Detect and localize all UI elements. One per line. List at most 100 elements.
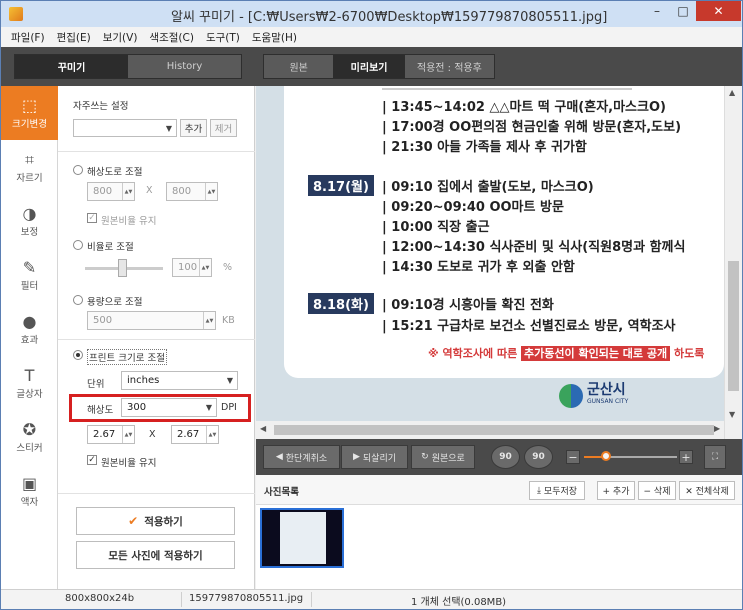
radio-by-resolution[interactable] (73, 165, 83, 175)
vertical-scroll-thumb[interactable] (728, 261, 739, 391)
menu-edit[interactable]: 편집(E) (57, 30, 91, 45)
add-photo-button[interactable]: + 추가 (597, 481, 635, 500)
by-size-label: 용량으로 조절 (87, 297, 143, 308)
schedule-line: | 14:30 도보로 귀가 후 외출 안함 (382, 260, 575, 275)
view-tabs: 원본 미리보기 적용전 : 적용후 (263, 54, 495, 79)
menu-view[interactable]: 보기(V) (103, 30, 138, 45)
tool-label: 스티커 (16, 443, 43, 454)
tool-filter[interactable]: ✎ 필터 (1, 248, 58, 302)
print-height-input[interactable]: 2.67 ▲▼ (171, 425, 219, 444)
keep-ratio-checkbox-1[interactable]: ✓ (87, 213, 97, 223)
date-badge-818: 8.18(화) (308, 293, 374, 314)
tool-frame[interactable]: ▣ 액자 (1, 464, 58, 518)
status-dimensions: 800x800x24b (65, 593, 135, 604)
rotate-right-button[interactable]: 90 (524, 445, 553, 469)
save-icon: ⤓ (536, 485, 541, 496)
spinner-icon[interactable]: ▲▼ (199, 259, 211, 276)
delete-all-button[interactable]: ✕ 전체삭제 (679, 481, 735, 500)
fit-screen-button[interactable]: ⛶ (704, 445, 726, 469)
photo-thumbnail[interactable] (260, 508, 344, 568)
unit-select[interactable]: inches ▼ (121, 371, 238, 390)
schedule-line: | 10:00 직장 출근 (382, 220, 490, 235)
print-width-value: 2.67 (93, 429, 116, 440)
zoom-slider-handle[interactable] (601, 451, 611, 461)
ratio-input[interactable]: 100 ▲▼ (172, 258, 212, 277)
spinner-icon[interactable]: ▲▼ (206, 426, 218, 443)
horizontal-scroll-thumb[interactable] (274, 425, 714, 435)
zoom-out-button[interactable]: − (566, 450, 580, 464)
schedule-line: | 12:00~14:30 식사준비 및 식사(직원8명과 함께식 (382, 240, 686, 255)
minimize-button[interactable]: – (644, 1, 670, 21)
tab-original[interactable]: 원본 (264, 55, 334, 78)
apply-all-button[interactable]: 모든 사진에 적용하기 (76, 541, 235, 569)
scroll-down-icon[interactable]: ▼ (729, 410, 735, 419)
preview-area: | 13:45~14:02 △△마트 떡 구매(혼자,마스크O) | 17:00… (256, 86, 742, 439)
tab-history[interactable]: History (128, 55, 241, 78)
vertical-scrollbar[interactable]: ▲ ▼ (724, 86, 742, 439)
menu-file[interactable]: 파일(F) (11, 30, 45, 45)
menu-color[interactable]: 색조절(C) (149, 30, 194, 45)
radio-by-ratio[interactable] (73, 240, 83, 250)
scroll-left-icon[interactable]: ◀ (260, 424, 266, 433)
favorites-select[interactable]: ▼ (73, 119, 177, 137)
menu-help[interactable]: 도움말(H) (252, 30, 297, 45)
divider (181, 592, 182, 607)
res-height-input[interactable]: 800 ▲▼ (166, 182, 218, 201)
spinner-icon[interactable]: ▲▼ (205, 183, 217, 200)
favorite-add-button[interactable]: 추가 (180, 119, 207, 137)
spinner-icon[interactable]: ▲▼ (122, 183, 134, 200)
spinner-icon[interactable]: ▲▼ (203, 312, 215, 329)
tool-label: 필터 (20, 281, 39, 292)
ratio-slider-handle[interactable] (118, 259, 127, 277)
crop-icon: ⌗ (24, 150, 34, 169)
photo-list-header: 사진목록 ⤓ 모두저장 + 추가 − 삭제 ✕ 전체삭제 (256, 475, 742, 505)
scroll-right-icon[interactable]: ▶ (714, 424, 720, 433)
delete-photo-button[interactable]: − 삭제 (638, 481, 676, 500)
spinner-icon[interactable]: ▲▼ (122, 426, 134, 443)
res-width-input[interactable]: 800 ▲▼ (87, 182, 135, 201)
rotate-left-button[interactable]: 90 (491, 445, 520, 469)
tab-preview[interactable]: 미리보기 (333, 55, 405, 78)
save-all-button[interactable]: ⤓ 모두저장 (529, 481, 585, 500)
title-bar: 알씨 꾸미기 - [C:₩Users₩2-6700₩Desktop₩159779… (1, 1, 742, 27)
scroll-up-icon[interactable]: ▲ (729, 88, 735, 97)
tab-decorate[interactable]: 꾸미기 (15, 55, 128, 78)
keep-ratio-label-2: 원본비율 유지 (101, 458, 157, 469)
keep-ratio-checkbox-2[interactable]: ✓ (87, 455, 97, 465)
tool-resize[interactable]: ⬚ 크기변경 (1, 86, 58, 140)
tool-adjust[interactable]: ◑ 보정 (1, 194, 58, 248)
highlight-box (69, 394, 251, 422)
print-width-input[interactable]: 2.67 ▲▼ (87, 425, 135, 444)
favorite-remove-button[interactable]: 제거 (210, 119, 237, 137)
schedule-line: | 13:45~14:02 △△마트 떡 구매(혼자,마스크O) (382, 100, 666, 115)
save-all-label: 모두저장 (543, 487, 578, 497)
schedule-line: | 15:21 구급차로 보건소 선별진료소 방문, 역학조사 (382, 319, 676, 334)
original-button[interactable]: ↻ 원본으로 (411, 445, 475, 469)
divider (58, 493, 255, 494)
redo-button[interactable]: ▶ 되살리기 (341, 445, 408, 469)
menu-tools[interactable]: 도구(T) (206, 30, 240, 45)
apply-button[interactable]: ✔ 적용하기 (76, 507, 235, 535)
date-badge-817: 8.17(월) (308, 175, 374, 196)
schedule-line: | 17:00경 OO편의점 현금인출 위해 방문(혼자,도보) (382, 120, 682, 135)
apply-label: 적용하기 (144, 515, 183, 528)
horizontal-scrollbar[interactable]: ◀ ▶ (256, 421, 724, 439)
tool-sticker[interactable]: ✪ 스티커 (1, 410, 58, 464)
tool-textbox[interactable]: T 글상자 (1, 356, 58, 410)
tool-crop[interactable]: ⌗ 자르기 (1, 140, 58, 194)
zoom-in-button[interactable]: + (679, 450, 693, 464)
radio-by-size[interactable] (73, 295, 83, 305)
tool-label: 효과 (20, 335, 39, 346)
check-icon: ✔ (128, 514, 139, 528)
radio-by-print[interactable] (73, 350, 83, 360)
undo-button[interactable]: ◀ 한단계취소 (263, 445, 340, 469)
logo-sub: GUNSAN CITY (587, 398, 629, 405)
close-button[interactable]: ✕ (696, 1, 741, 21)
schedule-line: | 09:10경 시흥아들 확진 전화 (382, 298, 554, 313)
size-input[interactable]: 500 ▲▼ (87, 311, 216, 330)
maximize-button[interactable]: □ (670, 1, 696, 21)
resize-panel: 자주쓰는 설정 ▼ 추가 제거 해상도로 조절 800 ▲▼ X 800 ▲▼ ✓ … (58, 86, 255, 589)
tab-before-after[interactable]: 적용전 : 적용후 (404, 55, 494, 78)
tool-effect[interactable]: ● 효과 (1, 302, 58, 356)
size-value: 500 (93, 315, 113, 326)
